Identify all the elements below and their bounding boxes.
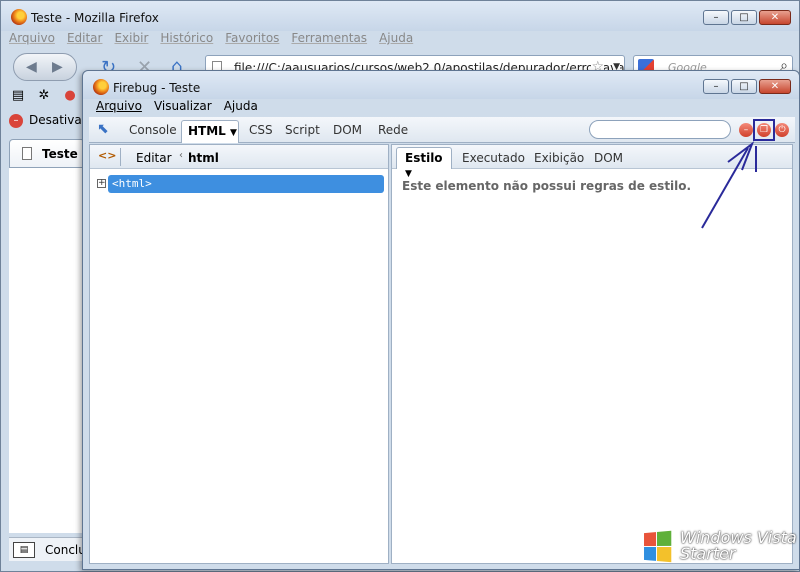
windows-edition-line2: Starter — [680, 544, 736, 563]
toolbar-separator — [120, 148, 121, 166]
firefox-minimize-button[interactable]: – — [703, 10, 729, 25]
side-tab-exibicao[interactable]: Exibição — [534, 151, 584, 165]
firebug-window-controls: – □ ✕ — [703, 79, 791, 94]
firefox-logo-icon — [11, 9, 27, 25]
side-tab-executado[interactable]: Executado — [462, 151, 525, 165]
firebug-bug-icon[interactable]: ✲ — [35, 87, 53, 105]
firefox-menu-ajuda[interactable]: Ajuda — [379, 31, 413, 49]
alert-icon[interactable]: ● — [61, 87, 79, 105]
side-panel: Estilo ▼ Executado Exibição DOM Este ele… — [391, 144, 793, 564]
close-icon: ✕ — [770, 80, 780, 92]
close-icon: ✕ — [770, 11, 780, 23]
back-forward-buttons: ◀ ▶ — [13, 53, 77, 81]
firebug-menu-visualizar[interactable]: Visualizar — [154, 99, 212, 117]
chevron-down-icon: ▼ — [405, 169, 412, 179]
tab-console[interactable]: Console — [129, 123, 177, 137]
html-panel-toolbar: <> Editar ‹ html — [90, 145, 388, 169]
firebug-menu-arquivo[interactable]: Arquivo — [96, 99, 142, 117]
side-tab-estilo[interactable]: Estilo ▼ — [396, 147, 452, 179]
tab-label: Teste — [42, 147, 78, 161]
firebug-menu-ajuda[interactable]: Ajuda — [224, 99, 258, 117]
firebug-maximize-button[interactable]: □ — [731, 79, 757, 94]
forward-arrow-icon[interactable]: ▶ — [52, 59, 63, 75]
firefox-toolbar-icons: ▤ ✲ ● — [9, 87, 79, 109]
firefox-close-button[interactable]: ✕ — [759, 10, 791, 25]
windows-flag-icon — [644, 530, 672, 564]
firefox-menu-ferramentas[interactable]: Ferramentas — [291, 31, 367, 49]
firebug-window-title: Firebug - Teste — [113, 81, 201, 95]
firebug-window: Firebug - Teste – □ ✕ Arquivo Visualizar… — [82, 70, 800, 570]
back-arrow-icon[interactable]: ◀ — [26, 59, 37, 75]
expand-node-icon[interactable]: + — [97, 179, 106, 188]
firefox-window-title: Teste - Mozilla Firefox — [31, 11, 159, 25]
disable-label[interactable]: Desativar — [29, 113, 87, 127]
tab-css[interactable]: CSS — [249, 123, 273, 137]
breadcrumb-separator: ‹ — [179, 150, 183, 161]
tab-teste[interactable]: Teste — [9, 139, 85, 167]
firebug-menubar: Arquivo Visualizar Ajuda — [96, 99, 258, 117]
page-icon — [22, 147, 32, 160]
firefox-menu-favoritos[interactable]: Favoritos — [225, 31, 279, 49]
side-tab-estilo-label: Estilo — [405, 151, 443, 165]
firebug-close-button[interactable]: ✕ — [759, 79, 791, 94]
disable-icon[interactable]: – — [9, 113, 23, 128]
firefox-maximize-button[interactable]: □ — [731, 10, 757, 25]
firefox-menubar: Arquivo Editar Exibir Histórico Favorito… — [9, 31, 413, 49]
firebug-status-bar: – Desativar — [9, 113, 87, 135]
highlight-box — [753, 119, 775, 141]
tab-rede[interactable]: Rede — [378, 123, 408, 137]
windows-vista-badge: Windows Vista Starter — [642, 526, 798, 566]
firebug-power-icon[interactable]: ⏻ — [775, 123, 789, 137]
firebug-search-input[interactable] — [589, 120, 731, 139]
firefox-logo-icon — [93, 79, 109, 95]
side-tab-dom[interactable]: DOM — [594, 151, 623, 165]
edit-button[interactable]: Editar — [136, 151, 172, 165]
style-empty-message: Este elemento não possui regras de estil… — [402, 179, 692, 193]
tab-html-label: HTML — [188, 124, 226, 138]
chevron-down-icon: ▼ — [230, 128, 237, 138]
firefox-menu-editar[interactable]: Editar — [67, 31, 103, 49]
maximize-icon: □ — [739, 11, 749, 23]
minimize-icon: – — [713, 11, 719, 23]
html-node[interactable]: <html> — [108, 175, 384, 193]
firebug-titlebar[interactable]: Firebug - Teste – □ ✕ — [83, 71, 799, 99]
firefox-menu-historico[interactable]: Histórico — [160, 31, 213, 49]
breadcrumb[interactable]: html — [188, 151, 219, 165]
firefox-titlebar[interactable]: Teste - Mozilla Firefox – □ ✕ — [1, 1, 799, 31]
side-panel-tabs: Estilo ▼ Executado Exibição DOM — [392, 145, 792, 179]
maximize-icon: □ — [739, 80, 749, 92]
firebug-toolbar: ⬉ Console HTML ▼ CSS Script DOM Rede – ❐… — [89, 117, 795, 143]
tab-script[interactable]: Script — [285, 123, 320, 137]
firebug-minimize-icon[interactable]: – — [739, 123, 753, 137]
inspect-cursor-icon[interactable]: ⬉ — [97, 121, 109, 137]
status-icon: ▤ — [13, 542, 35, 558]
code-tags-icon[interactable]: <> — [98, 149, 116, 162]
firefox-window-controls: – □ ✕ — [703, 10, 791, 25]
tab-dom[interactable]: DOM — [333, 123, 362, 137]
minimize-icon: – — [713, 80, 719, 92]
firebug-minimize-button[interactable]: – — [703, 79, 729, 94]
speedometer-icon[interactable]: ▤ — [9, 87, 27, 105]
firefox-menu-exibir[interactable]: Exibir — [114, 31, 148, 49]
html-panel: <> Editar ‹ html + <html> — [89, 144, 389, 564]
tab-html[interactable]: HTML ▼ — [181, 120, 239, 143]
firefox-menu-arquivo[interactable]: Arquivo — [9, 31, 55, 49]
